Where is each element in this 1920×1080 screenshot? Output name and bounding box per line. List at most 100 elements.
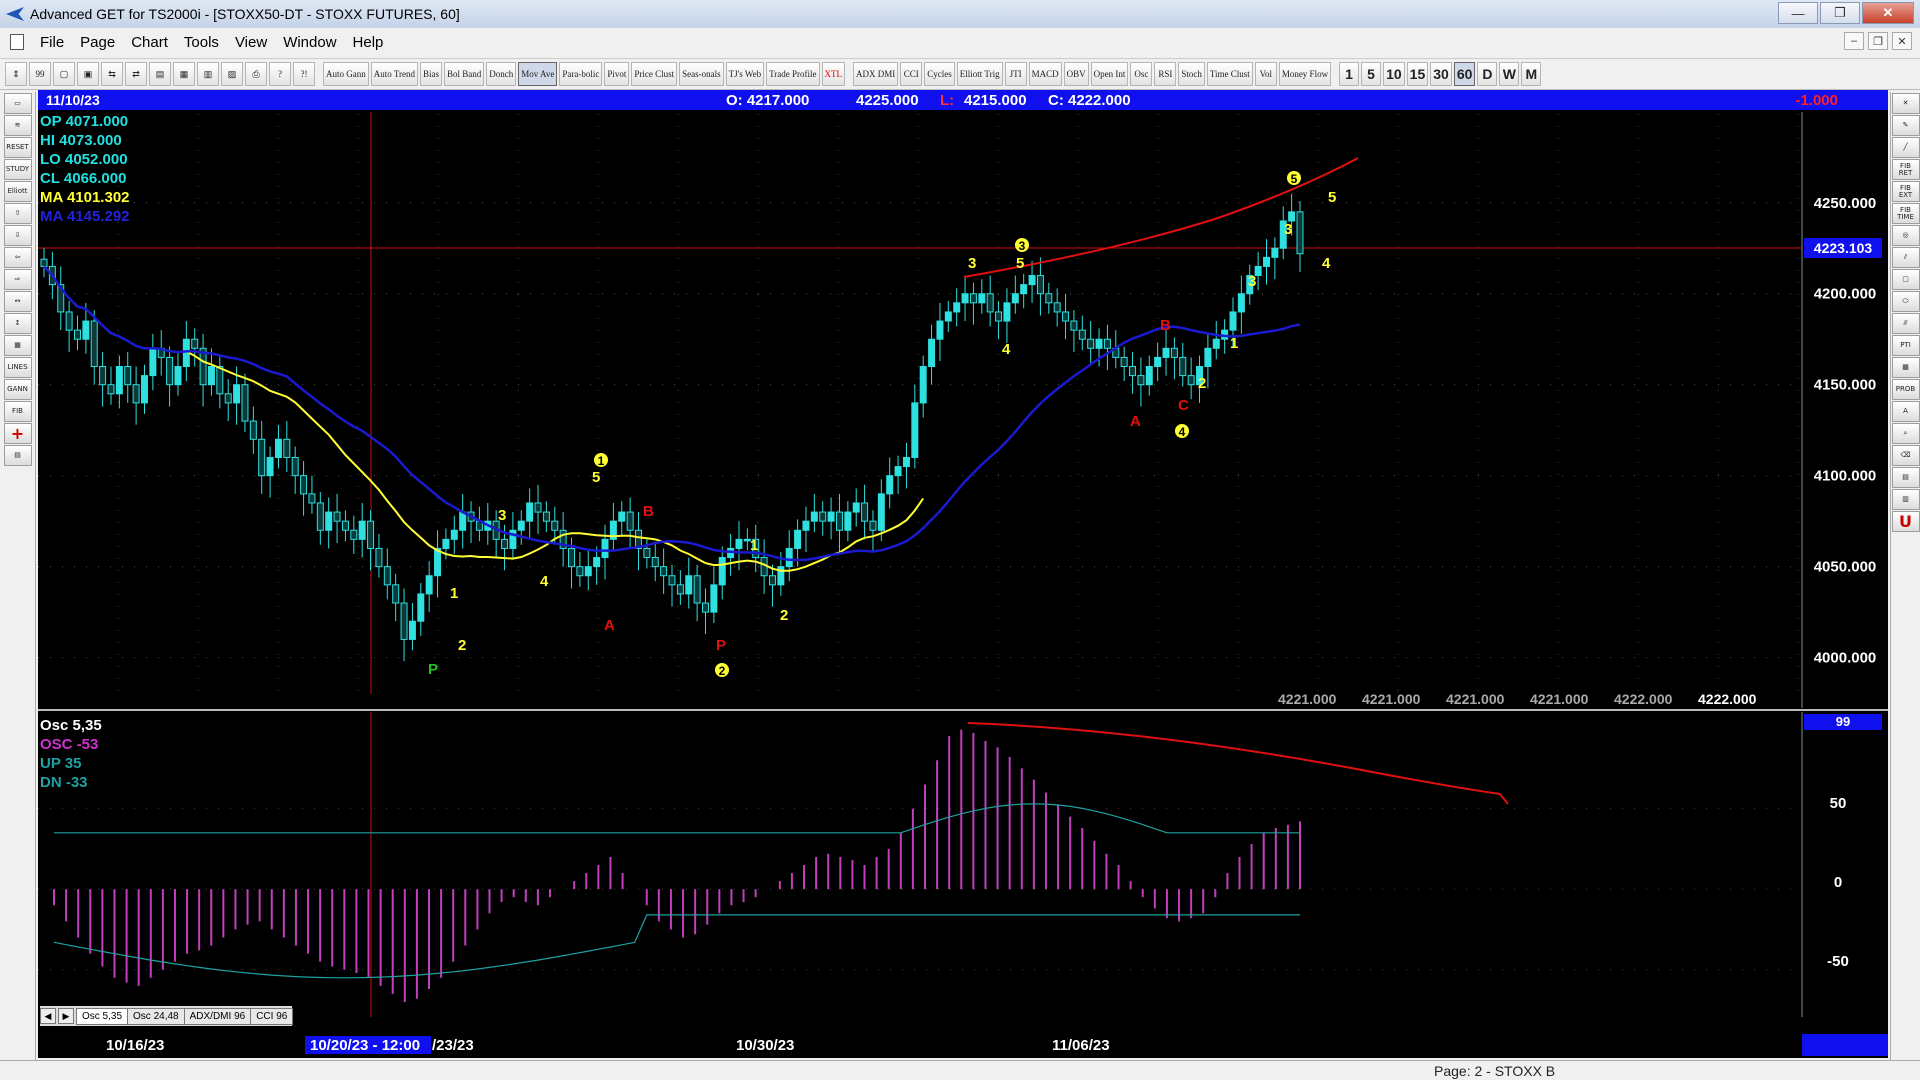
study-button-jti[interactable]: JTI (1004, 62, 1027, 86)
study-button-obv[interactable]: OBV (1063, 62, 1089, 86)
study-button-osc[interactable]: Osc (1130, 62, 1153, 86)
printer-tool-icon[interactable]: ▤ (3, 445, 32, 466)
zoom-out-tool-icon[interactable]: ↕ (3, 313, 32, 334)
toolbar-icon-12[interactable]: ?! (293, 62, 315, 86)
timeframe-15[interactable]: 15 (1406, 62, 1429, 86)
study-button-mov-ave[interactable]: Mov Ave (518, 62, 558, 86)
study-button-auto-gann[interactable]: Auto Gann (323, 62, 369, 86)
study-button-time-clust[interactable]: Time Clust (1206, 62, 1253, 86)
minimize-button[interactable]: — (1778, 2, 1818, 24)
left-arrow-tool-icon[interactable]: ⇦ (3, 247, 32, 268)
chart-canvas[interactable]: 11/10/23 O: 4217.000 4225.000 L: 4215.00… (38, 90, 1888, 1058)
study-button-bias[interactable]: Bias (420, 62, 443, 86)
chart-window[interactable]: 11/10/23 O: 4217.000 4225.000 L: 4215.00… (38, 90, 1888, 1058)
fib-tool-icon[interactable]: FIB (3, 401, 32, 422)
tab-scroll-left-icon[interactable]: ◀ (40, 1008, 56, 1024)
timeframe-d[interactable]: D (1477, 62, 1498, 86)
study-button-vol[interactable]: Vol (1254, 62, 1277, 86)
u-tool-icon[interactable]: U (1891, 511, 1920, 532)
grid-tool-icon[interactable]: ▦ (3, 335, 32, 356)
study-button-xtl[interactable]: XTL (821, 62, 846, 86)
cursor-tool-icon[interactable]: + (3, 423, 32, 444)
study-button-trade-profile[interactable]: Trade Profile (766, 62, 820, 86)
oscillator-panel[interactable] (38, 712, 1802, 1017)
down-arrow-tool-icon[interactable]: ⇩ (3, 225, 32, 246)
study-button-adx-dmi[interactable]: ADX DMI (853, 62, 899, 86)
study-button-price-clust[interactable]: Price Clust (631, 62, 678, 86)
toolbar-icon-4[interactable]: ⇆ (101, 62, 123, 86)
study-button-rsi[interactable]: RSI (1154, 62, 1177, 86)
zoom-tool-icon[interactable]: ⌕ (1891, 423, 1920, 444)
study-button-open-int[interactable]: Open Int (1090, 62, 1129, 86)
cross-tool-icon[interactable]: ✕ (1891, 93, 1920, 114)
slash-tool-icon[interactable]: ╱ (1891, 137, 1920, 158)
tab-osc-24-48[interactable]: Osc 24,48 (127, 1007, 185, 1025)
toolbar-icon-8[interactable]: ▥ (197, 62, 219, 86)
open-tool-icon[interactable]: ▭ (3, 93, 32, 114)
timeframe-30[interactable]: 30 (1430, 62, 1452, 86)
tab-cci[interactable]: CCI 96 (250, 1007, 294, 1025)
ellipse-tool-icon[interactable]: ⬭ (1891, 291, 1920, 312)
study-button-cycles[interactable]: Cycles (924, 62, 955, 86)
prob-tool-icon[interactable]: PROB (1891, 379, 1920, 400)
study-button-tj-s-web[interactable]: TJ's Web (725, 62, 765, 86)
toolbar-icon-2[interactable]: ▢ (53, 62, 75, 86)
erase-tool-icon[interactable]: ⌫ (1891, 445, 1920, 466)
document-icon[interactable] (10, 34, 24, 50)
study-button-cci[interactable]: CCI (900, 62, 923, 86)
gann-tool-icon[interactable]: ≋ (3, 115, 32, 136)
close-button[interactable]: ✕ (1862, 2, 1914, 24)
toolbar-icon-9[interactable]: ▨ (221, 62, 243, 86)
menu-chart[interactable]: Chart (123, 34, 176, 51)
table-tool-icon[interactable]: ▤ (1891, 467, 1920, 488)
circle-tool-icon[interactable]: ◎ (1891, 225, 1920, 246)
pti-tool-icon[interactable]: PTI (1891, 335, 1920, 356)
toolbar-icon-1[interactable]: 99 (29, 62, 51, 86)
tab-osc-5-35[interactable]: Osc 5,35 (76, 1007, 129, 1025)
text-tool-icon[interactable]: A (1891, 401, 1920, 422)
mdi-close-button[interactable]: ✕ (1892, 32, 1912, 50)
up-arrow-tool-icon[interactable]: ⇧ (3, 203, 32, 224)
reset-tool-icon[interactable]: RESET (3, 137, 32, 158)
elliott-tool-icon[interactable]: Elliott (3, 181, 32, 202)
menu-help[interactable]: Help (345, 34, 392, 51)
grid-tool-icon[interactable]: ▦ (1891, 357, 1920, 378)
timeframe-w[interactable]: W (1499, 62, 1520, 86)
fib-ret-tool-icon[interactable]: FIB RET (1891, 159, 1920, 180)
toolbar-icon-0[interactable]: ⇕ (5, 62, 27, 86)
lines-tool-icon[interactable]: LINES (3, 357, 32, 378)
toolbar-icon-6[interactable]: ▤ (149, 62, 171, 86)
mdi-restore-button[interactable]: ❐ (1868, 32, 1888, 50)
study-button-bol-band[interactable]: Bol Band (444, 62, 485, 86)
study-button-para-bolic[interactable]: Para-bolic (559, 62, 603, 86)
timeframe-1[interactable]: 1 (1339, 62, 1360, 86)
study-tool-icon[interactable]: STUDY (3, 159, 32, 180)
maximize-button[interactable]: ❐ (1820, 2, 1860, 24)
channel-tool-icon[interactable]: ⫻ (1891, 313, 1920, 334)
menu-file[interactable]: File (32, 34, 72, 51)
menu-window[interactable]: Window (275, 34, 344, 51)
timeframe-m[interactable]: M (1521, 62, 1542, 86)
gann-box-tool-icon[interactable]: GANN (3, 379, 32, 400)
fib-time-tool-icon[interactable]: FIB TIME (1891, 203, 1920, 224)
study-button-seas-onals[interactable]: Seas-onals (679, 62, 724, 86)
study-button-elliott-trig[interactable]: Elliott Trig (956, 62, 1003, 86)
tab-scroll-right-icon[interactable]: ▶ (58, 1008, 74, 1024)
toolbar-icon-7[interactable]: ▦ (173, 62, 195, 86)
pen-tool-icon[interactable]: ✎ (1891, 115, 1920, 136)
square-tool-icon[interactable]: ▢ (1891, 269, 1920, 290)
timeframe-5[interactable]: 5 (1361, 62, 1382, 86)
zoom-in-tool-icon[interactable]: ↔ (3, 291, 32, 312)
toolbar-icon-11[interactable]: ? (269, 62, 291, 86)
toolbar-icon-10[interactable]: ⎙ (245, 62, 267, 86)
fib-ext-tool-icon[interactable]: FIB EXT (1891, 181, 1920, 202)
study-button-donch[interactable]: Donch (486, 62, 517, 86)
timeframe-60[interactable]: 60 (1453, 62, 1476, 86)
fan-tool-icon[interactable]: ⫽ (1891, 247, 1920, 268)
tab-adx-dmi[interactable]: ADX/DMI 96 (183, 1007, 252, 1025)
mdi-minimize-button[interactable]: – (1844, 32, 1864, 50)
right-arrow-tool-icon[interactable]: ⇨ (3, 269, 32, 290)
toolbar-icon-3[interactable]: ▣ (77, 62, 99, 86)
price-panel[interactable] (38, 112, 1888, 708)
stack-tool-icon[interactable]: ▥ (1891, 489, 1920, 510)
